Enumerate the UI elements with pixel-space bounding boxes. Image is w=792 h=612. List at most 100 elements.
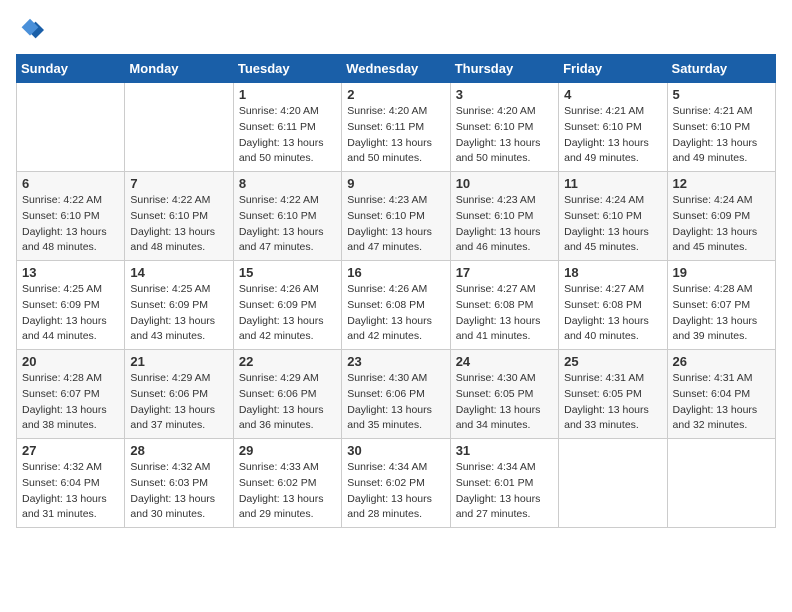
- day-info: Sunrise: 4:29 AM Sunset: 6:06 PM Dayligh…: [239, 371, 336, 434]
- day-cell: 8Sunrise: 4:22 AM Sunset: 6:10 PM Daylig…: [233, 172, 341, 261]
- day-info: Sunrise: 4:23 AM Sunset: 6:10 PM Dayligh…: [347, 193, 444, 256]
- day-number: 2: [347, 87, 444, 102]
- day-cell: 6Sunrise: 4:22 AM Sunset: 6:10 PM Daylig…: [17, 172, 125, 261]
- day-number: 21: [130, 354, 227, 369]
- day-number: 5: [673, 87, 770, 102]
- weekday-monday: Monday: [125, 55, 233, 83]
- day-info: Sunrise: 4:34 AM Sunset: 6:01 PM Dayligh…: [456, 460, 553, 523]
- day-info: Sunrise: 4:31 AM Sunset: 6:04 PM Dayligh…: [673, 371, 770, 434]
- day-info: Sunrise: 4:24 AM Sunset: 6:10 PM Dayligh…: [564, 193, 661, 256]
- day-info: Sunrise: 4:21 AM Sunset: 6:10 PM Dayligh…: [564, 104, 661, 167]
- day-number: 14: [130, 265, 227, 280]
- day-number: 29: [239, 443, 336, 458]
- day-info: Sunrise: 4:26 AM Sunset: 6:09 PM Dayligh…: [239, 282, 336, 345]
- day-info: Sunrise: 4:28 AM Sunset: 6:07 PM Dayligh…: [673, 282, 770, 345]
- day-cell: 7 Sunrise: 4:22 AM Sunset: 6:10 PM Daylig…: [125, 172, 233, 261]
- day-number: 15: [239, 265, 336, 280]
- day-cell: 3 Sunrise: 4:20 AM Sunset: 6:10 PM Daylig…: [450, 83, 558, 172]
- day-cell: [17, 83, 125, 172]
- day-cell: 19 Sunrise: 4:28 AM Sunset: 6:07 PM Dayli…: [667, 261, 775, 350]
- day-info: Sunrise: 4:30 AM Sunset: 6:06 PM Dayligh…: [347, 371, 444, 434]
- day-number: 3: [456, 87, 553, 102]
- day-number: 22: [239, 354, 336, 369]
- logo: [16, 16, 48, 44]
- day-info: Sunrise: 4:30 AM Sunset: 6:05 PM Dayligh…: [456, 371, 553, 434]
- day-info: Sunrise: 4:22 AM Sunset: 6:10 PM Dayligh…: [130, 193, 227, 256]
- day-info: Sunrise: 4:23 AM Sunset: 6:10 PM Dayligh…: [456, 193, 553, 256]
- day-number: 27: [22, 443, 119, 458]
- day-number: 1: [239, 87, 336, 102]
- day-number: 28: [130, 443, 227, 458]
- day-cell: 14 Sunrise: 4:25 AM Sunset: 6:09 PM Dayli…: [125, 261, 233, 350]
- page-header: [16, 16, 776, 44]
- week-row-1: 1 Sunrise: 4:20 AM Sunset: 6:11 PM Daylig…: [17, 83, 776, 172]
- day-cell: 2 Sunrise: 4:20 AM Sunset: 6:11 PM Daylig…: [342, 83, 450, 172]
- day-info: Sunrise: 4:27 AM Sunset: 6:08 PM Dayligh…: [456, 282, 553, 345]
- day-cell: 25 Sunrise: 4:31 AM Sunset: 6:05 PM Dayli…: [559, 350, 667, 439]
- day-info: Sunrise: 4:32 AM Sunset: 6:03 PM Dayligh…: [130, 460, 227, 523]
- day-cell: 30 Sunrise: 4:34 AM Sunset: 6:02 PM Dayli…: [342, 439, 450, 528]
- day-number: 10: [456, 176, 553, 191]
- day-info: Sunrise: 4:20 AM Sunset: 6:11 PM Dayligh…: [239, 104, 336, 167]
- day-cell: 13Sunrise: 4:25 AM Sunset: 6:09 PM Dayli…: [17, 261, 125, 350]
- day-info: Sunrise: 4:28 AM Sunset: 6:07 PM Dayligh…: [22, 371, 119, 434]
- day-cell: 26 Sunrise: 4:31 AM Sunset: 6:04 PM Dayli…: [667, 350, 775, 439]
- day-info: Sunrise: 4:21 AM Sunset: 6:10 PM Dayligh…: [673, 104, 770, 167]
- weekday-tuesday: Tuesday: [233, 55, 341, 83]
- day-number: 9: [347, 176, 444, 191]
- day-info: Sunrise: 4:24 AM Sunset: 6:09 PM Dayligh…: [673, 193, 770, 256]
- day-info: Sunrise: 4:29 AM Sunset: 6:06 PM Dayligh…: [130, 371, 227, 434]
- logo-icon: [16, 16, 44, 44]
- day-cell: 20Sunrise: 4:28 AM Sunset: 6:07 PM Dayli…: [17, 350, 125, 439]
- day-cell: [667, 439, 775, 528]
- day-info: Sunrise: 4:20 AM Sunset: 6:10 PM Dayligh…: [456, 104, 553, 167]
- day-info: Sunrise: 4:27 AM Sunset: 6:08 PM Dayligh…: [564, 282, 661, 345]
- day-number: 25: [564, 354, 661, 369]
- day-number: 19: [673, 265, 770, 280]
- week-row-5: 27 Sunrise: 4:32 AM Sunset: 6:04 PM Dayli…: [17, 439, 776, 528]
- day-cell: 9 Sunrise: 4:23 AM Sunset: 6:10 PM Daylig…: [342, 172, 450, 261]
- day-cell: 27 Sunrise: 4:32 AM Sunset: 6:04 PM Dayli…: [17, 439, 125, 528]
- day-info: Sunrise: 4:34 AM Sunset: 6:02 PM Dayligh…: [347, 460, 444, 523]
- day-number: 23: [347, 354, 444, 369]
- day-cell: 1 Sunrise: 4:20 AM Sunset: 6:11 PM Daylig…: [233, 83, 341, 172]
- weekday-friday: Friday: [559, 55, 667, 83]
- weekday-saturday: Saturday: [667, 55, 775, 83]
- day-cell: 16Sunrise: 4:26 AM Sunset: 6:08 PM Dayli…: [342, 261, 450, 350]
- day-cell: 24 Sunrise: 4:30 AM Sunset: 6:05 PM Dayli…: [450, 350, 558, 439]
- day-number: 12: [673, 176, 770, 191]
- day-info: Sunrise: 4:20 AM Sunset: 6:11 PM Dayligh…: [347, 104, 444, 167]
- day-number: 11: [564, 176, 661, 191]
- day-cell: 18 Sunrise: 4:27 AM Sunset: 6:08 PM Dayli…: [559, 261, 667, 350]
- day-cell: 10 Sunrise: 4:23 AM Sunset: 6:10 PM Dayli…: [450, 172, 558, 261]
- day-number: 26: [673, 354, 770, 369]
- day-cell: 31 Sunrise: 4:34 AM Sunset: 6:01 PM Dayli…: [450, 439, 558, 528]
- day-number: 13: [22, 265, 119, 280]
- day-info: Sunrise: 4:25 AM Sunset: 6:09 PM Dayligh…: [130, 282, 227, 345]
- day-number: 30: [347, 443, 444, 458]
- day-number: 7: [130, 176, 227, 191]
- day-number: 31: [456, 443, 553, 458]
- calendar-table: SundayMondayTuesdayWednesdayThursdayFrid…: [16, 54, 776, 528]
- day-cell: [125, 83, 233, 172]
- weekday-thursday: Thursday: [450, 55, 558, 83]
- day-cell: 5 Sunrise: 4:21 AM Sunset: 6:10 PM Daylig…: [667, 83, 775, 172]
- day-number: 18: [564, 265, 661, 280]
- week-row-3: 13 Sunrise: 4:25 AM Sunset: 6:09 PM Dayli…: [17, 261, 776, 350]
- weekday-sunday: Sunday: [17, 55, 125, 83]
- day-info: Sunrise: 4:32 AM Sunset: 6:04 PM Dayligh…: [22, 460, 119, 523]
- weekday-wednesday: Wednesday: [342, 55, 450, 83]
- day-cell: 23 Sunrise: 4:30 AM Sunset: 6:06 PM Dayli…: [342, 350, 450, 439]
- weekday-header-row: SundayMondayTuesdayWednesdayThursdayFrid…: [17, 55, 776, 83]
- day-cell: 11 Sunrise: 4:24 AM Sunset: 6:10 PM Dayli…: [559, 172, 667, 261]
- day-cell: 28 Sunrise: 4:32 AM Sunset: 6:03 PM Dayli…: [125, 439, 233, 528]
- day-info: Sunrise: 4:22 AM Sunset: 6:10 PM Dayligh…: [239, 193, 336, 256]
- day-number: 24: [456, 354, 553, 369]
- day-cell: [559, 439, 667, 528]
- day-cell: 15 Sunrise: 4:26 AM Sunset: 6:09 PM Dayli…: [233, 261, 341, 350]
- day-cell: 17Sunrise: 4:27 AM Sunset: 6:08 PM Dayli…: [450, 261, 558, 350]
- day-cell: 12 Sunrise: 4:24 AM Sunset: 6:09 PM Dayli…: [667, 172, 775, 261]
- day-info: Sunrise: 4:31 AM Sunset: 6:05 PM Dayligh…: [564, 371, 661, 434]
- day-cell: 4 Sunrise: 4:21 AM Sunset: 6:10 PM Daylig…: [559, 83, 667, 172]
- day-number: 4: [564, 87, 661, 102]
